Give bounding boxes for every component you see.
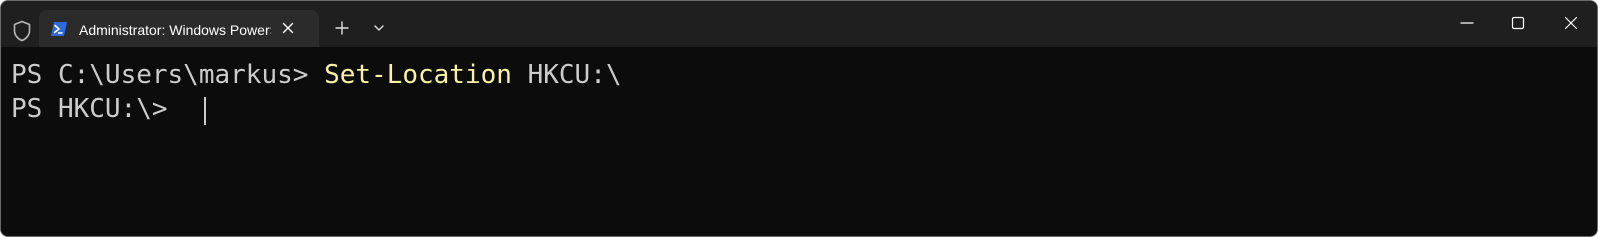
powershell-icon — [51, 22, 67, 36]
maximize-icon[interactable] — [1509, 14, 1527, 32]
terminal-window: Administrator: Windows PowerShell PS C:\… — [0, 0, 1598, 237]
tab-powershell[interactable]: Administrator: Windows PowerShell — [39, 10, 319, 48]
minimize-icon[interactable] — [1458, 14, 1476, 32]
terminal-output[interactable]: PS C:\Users\markus> Set-Location HKCU:\ … — [1, 47, 1597, 236]
title-bar[interactable]: Administrator: Windows PowerShell — [1, 1, 1597, 48]
terminal-line: PS HKCU:\> — [11, 93, 183, 125]
terminal-line: PS C:\Users\markus> Set-Location HKCU:\ — [11, 59, 622, 91]
command: Set-Location — [324, 60, 512, 90]
tab-title: Administrator: Windows PowerShell — [79, 22, 271, 38]
plus-icon[interactable] — [334, 20, 350, 36]
chevron-down-icon[interactable] — [373, 22, 385, 34]
prompt: PS HKCU:\> — [11, 94, 184, 124]
command-argument: HKCU:\ — [511, 60, 622, 90]
close-tab-icon[interactable] — [280, 20, 296, 36]
close-icon[interactable] — [1562, 14, 1580, 32]
prompt: PS C:\Users\markus> — [11, 60, 325, 90]
text-cursor — [204, 97, 206, 125]
shield-icon — [13, 20, 31, 42]
scrollbar[interactable] — [1585, 47, 1597, 236]
